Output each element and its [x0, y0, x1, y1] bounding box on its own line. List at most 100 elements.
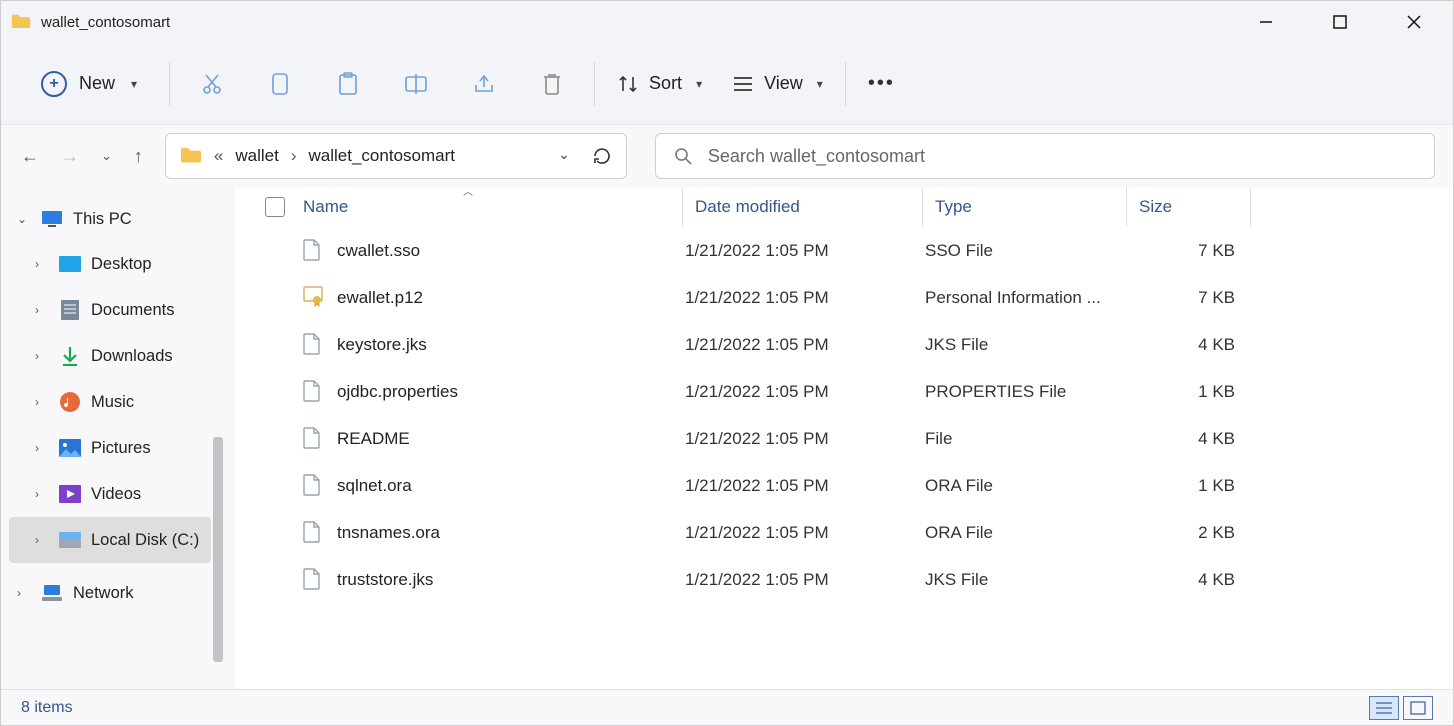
column-header-date[interactable]: Date modified	[683, 187, 923, 227]
file-row[interactable]: keystore.jks1/21/2022 1:05 PMJKS File4 K…	[235, 321, 1453, 368]
music-icon	[59, 392, 81, 412]
file-size: 7 KB	[1129, 288, 1253, 308]
file-name: ewallet.p12	[337, 288, 685, 308]
file-icon	[303, 474, 325, 498]
sort-label: Sort	[649, 73, 682, 94]
sidebar-item-local-disk[interactable]: › Local Disk (C:)	[9, 517, 211, 563]
file-date: 1/21/2022 1:05 PM	[685, 241, 925, 261]
file-size: 7 KB	[1129, 241, 1253, 261]
address-bar[interactable]: « wallet › wallet_contosomart ⌄	[165, 133, 627, 179]
delete-button[interactable]	[532, 64, 572, 104]
address-history-button[interactable]: ⌄	[558, 146, 570, 166]
forward-button[interactable]: →	[61, 146, 79, 167]
thumbnails-view-button[interactable]	[1403, 696, 1433, 720]
download-icon	[59, 346, 81, 366]
monitor-icon	[41, 209, 63, 229]
file-type: ORA File	[925, 476, 1129, 496]
sidebar-label: Documents	[91, 301, 174, 320]
minimize-button[interactable]	[1243, 6, 1289, 38]
up-button[interactable]: ↑	[134, 146, 143, 167]
column-header-type[interactable]: Type	[923, 187, 1127, 227]
desktop-icon	[59, 254, 81, 274]
chevron-right-icon: ›	[291, 146, 297, 166]
separator	[594, 62, 595, 106]
file-date: 1/21/2022 1:05 PM	[685, 570, 925, 590]
close-button[interactable]	[1391, 6, 1437, 38]
sidebar-label: Music	[91, 393, 134, 412]
file-icon	[303, 427, 325, 451]
copy-button[interactable]	[260, 64, 300, 104]
sidebar-item-desktop[interactable]: › Desktop	[9, 241, 211, 287]
file-row[interactable]: ewallet.p121/21/2022 1:05 PMPersonal Inf…	[235, 274, 1453, 321]
sidebar-item-pictures[interactable]: › Pictures	[9, 425, 211, 471]
file-icon	[303, 521, 325, 545]
breadcrumb-segment[interactable]: wallet	[235, 146, 278, 166]
file-row[interactable]: truststore.jks1/21/2022 1:05 PMJKS File4…	[235, 556, 1453, 603]
file-icon	[303, 333, 325, 357]
chevron-right-icon: ›	[35, 441, 49, 455]
new-label: New	[79, 73, 115, 94]
details-view-button[interactable]	[1369, 696, 1399, 720]
chevron-right-icon: ›	[35, 349, 49, 363]
folder-icon	[180, 146, 202, 166]
file-row[interactable]: ojdbc.properties1/21/2022 1:05 PMPROPERT…	[235, 368, 1453, 415]
share-button[interactable]	[464, 64, 504, 104]
item-count: 8 items	[21, 699, 73, 717]
recent-locations-button[interactable]: ⌄	[101, 148, 112, 164]
file-row[interactable]: README1/21/2022 1:05 PMFile4 KB	[235, 415, 1453, 462]
back-button[interactable]: ←	[21, 146, 39, 167]
sidebar-item-downloads[interactable]: › Downloads	[9, 333, 211, 379]
cut-button[interactable]	[192, 64, 232, 104]
network-icon	[41, 583, 63, 603]
column-header-name[interactable]: Name ︿	[303, 187, 683, 227]
sidebar-item-videos[interactable]: › Videos	[9, 471, 211, 517]
sidebar-this-pc[interactable]: ⌄ This PC	[9, 197, 211, 241]
file-type: SSO File	[925, 241, 1129, 261]
sort-button[interactable]: Sort ▾	[617, 73, 702, 95]
file-type: JKS File	[925, 335, 1129, 355]
rename-button[interactable]	[396, 64, 436, 104]
plus-circle-icon: +	[41, 71, 67, 97]
disk-icon	[59, 530, 81, 550]
view-button[interactable]: View ▾	[732, 73, 823, 94]
refresh-button[interactable]	[592, 146, 612, 166]
search-box[interactable]: Search wallet_contosomart	[655, 133, 1435, 179]
file-date: 1/21/2022 1:05 PM	[685, 335, 925, 355]
sidebar-label: Videos	[91, 485, 141, 504]
navigation-pane: ⌄ This PC › Desktop › Documents › Downlo…	[1, 187, 211, 689]
file-icon	[303, 380, 325, 404]
file-row[interactable]: tnsnames.ora1/21/2022 1:05 PMORA File2 K…	[235, 509, 1453, 556]
sidebar-item-documents[interactable]: › Documents	[9, 287, 211, 333]
scrollbar-thumb[interactable]	[213, 437, 223, 662]
chevron-right-icon: ›	[35, 257, 49, 271]
file-type: PROPERTIES File	[925, 382, 1129, 402]
sidebar-label: Local Disk (C:)	[91, 531, 199, 550]
sidebar-network[interactable]: › Network	[9, 571, 211, 615]
file-name: ojdbc.properties	[337, 382, 685, 402]
sidebar-label: Network	[73, 584, 134, 603]
new-button[interactable]: + New ▾	[31, 65, 147, 103]
file-row[interactable]: cwallet.sso1/21/2022 1:05 PMSSO File7 KB	[235, 227, 1453, 274]
sidebar-item-music[interactable]: › Music	[9, 379, 211, 425]
chevron-right-icon: ›	[35, 303, 49, 317]
file-size: 4 KB	[1129, 570, 1253, 590]
maximize-button[interactable]	[1317, 6, 1363, 38]
file-name: README	[337, 429, 685, 449]
column-header-size[interactable]: Size	[1127, 187, 1251, 227]
breadcrumb-segment[interactable]: wallet_contosomart	[309, 146, 455, 166]
file-date: 1/21/2022 1:05 PM	[685, 382, 925, 402]
videos-icon	[59, 484, 81, 504]
paste-button[interactable]	[328, 64, 368, 104]
file-size: 2 KB	[1129, 523, 1253, 543]
file-date: 1/21/2022 1:05 PM	[685, 288, 925, 308]
file-rows: cwallet.sso1/21/2022 1:05 PMSSO File7 KB…	[235, 227, 1453, 603]
window-title: wallet_contosomart	[41, 14, 170, 31]
breadcrumb-prefix: «	[214, 146, 223, 166]
chevron-right-icon: ›	[35, 395, 49, 409]
file-size: 4 KB	[1129, 335, 1253, 355]
select-all-checkbox[interactable]	[265, 197, 285, 217]
more-button[interactable]: •••	[868, 72, 895, 95]
file-icon	[303, 568, 325, 592]
file-row[interactable]: sqlnet.ora1/21/2022 1:05 PMORA File1 KB	[235, 462, 1453, 509]
file-name: cwallet.sso	[337, 241, 685, 261]
